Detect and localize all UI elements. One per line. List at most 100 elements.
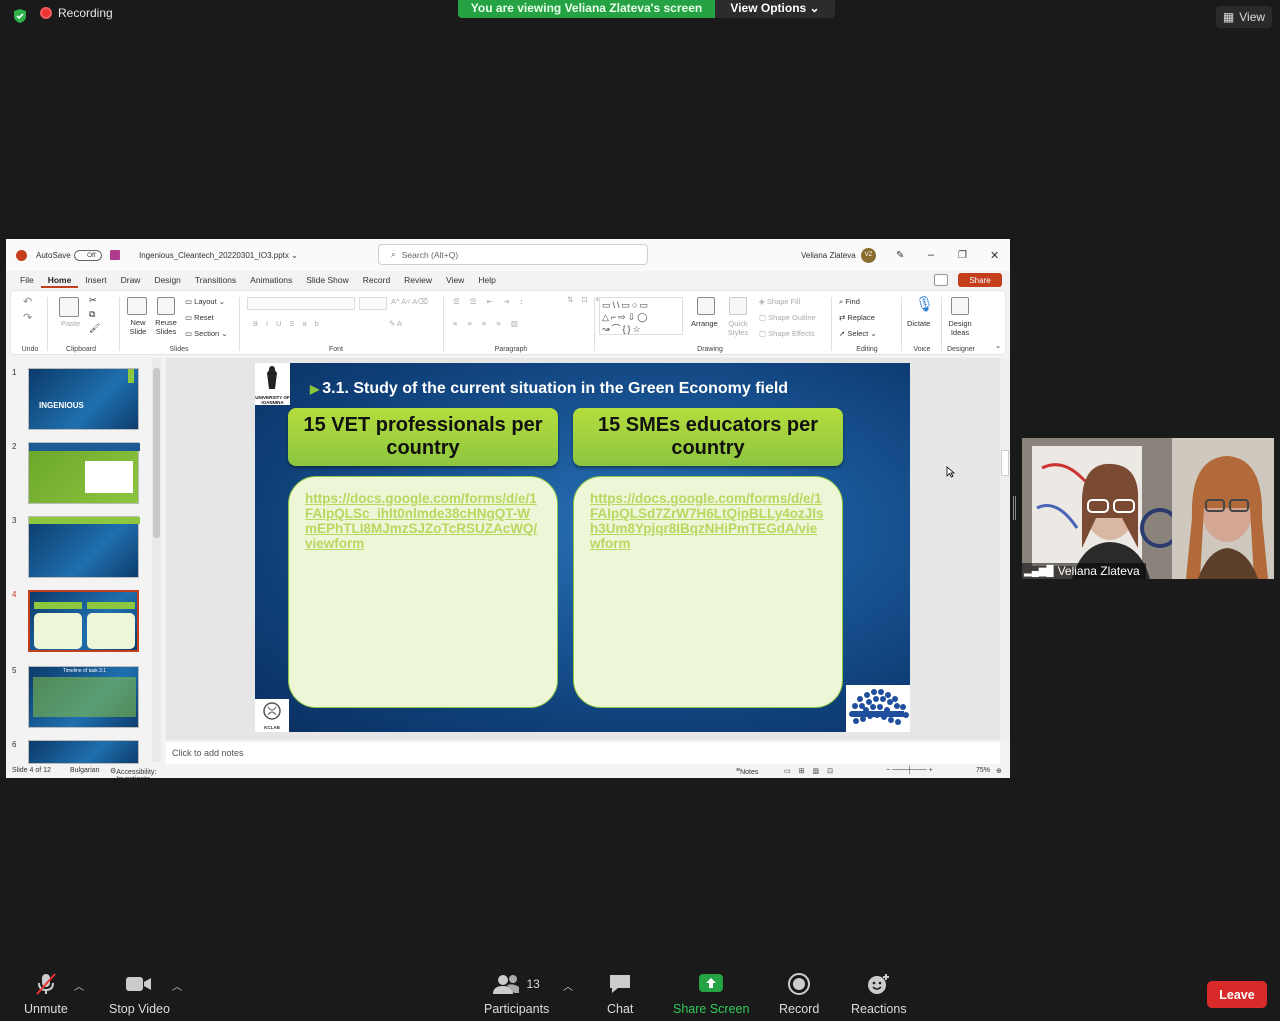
- quick-styles-icon[interactable]: [729, 297, 747, 315]
- tab-review[interactable]: Review: [397, 271, 439, 289]
- dictate-button[interactable]: Dictate: [907, 319, 930, 328]
- unmute-button[interactable]: Unmute: [24, 972, 68, 1016]
- pen-icon[interactable]: ✎: [896, 239, 904, 271]
- tab-animations[interactable]: Animations: [243, 271, 299, 289]
- language-indicator[interactable]: Bulgarian: [70, 767, 100, 774]
- close-icon[interactable]: ✕: [990, 239, 999, 271]
- quick-styles-button[interactable]: Quick Styles: [723, 319, 753, 337]
- arrange-button[interactable]: Arrange: [691, 319, 718, 328]
- stop-video-button[interactable]: Stop Video: [109, 972, 170, 1016]
- shape-effects-button[interactable]: ▢ Shape Effects: [759, 329, 815, 338]
- search-input[interactable]: ⌕ Search (Alt+Q): [378, 244, 648, 265]
- zoom-level[interactable]: 75%: [976, 767, 990, 774]
- chat-button[interactable]: Chat: [607, 972, 633, 1016]
- filename[interactable]: Ingenious_Cleantech_20220301_IO3.pptx ⌄: [139, 239, 298, 271]
- font-size-select[interactable]: [359, 297, 387, 310]
- section-button[interactable]: ▭ Section ⌄: [185, 329, 228, 338]
- tab-home[interactable]: Home: [40, 271, 79, 288]
- paragraph-group-label: Paragraph: [494, 346, 528, 353]
- tab-design[interactable]: Design: [147, 271, 187, 289]
- share-screen-button[interactable]: Share Screen: [673, 972, 749, 1016]
- find-button[interactable]: ⌕ Find: [839, 297, 860, 307]
- accessibility-status[interactable]: ⚙ Accessibility: Investigate: [110, 767, 156, 778]
- shape-fill-button[interactable]: ◈ Shape Fill: [759, 297, 800, 306]
- design-ideas-icon[interactable]: [951, 297, 969, 315]
- share-button[interactable]: Share: [958, 273, 1002, 287]
- slide-thumbnail-4[interactable]: [28, 590, 139, 652]
- slide-thumbnail-3[interactable]: [28, 516, 140, 578]
- slide-thumbnail-2[interactable]: [28, 442, 140, 504]
- font-format-icons[interactable]: BIUSab: [253, 319, 327, 328]
- copy-icon[interactable]: ⧉: [89, 309, 95, 320]
- audio-options-caret[interactable]: ︿: [74, 978, 84, 993]
- reuse-slides-button[interactable]: Reuse Slides: [151, 318, 181, 336]
- vet-survey-link[interactable]: https://docs.google.com/forms/d/e/1FAIpQ…: [305, 491, 537, 551]
- minimize-icon[interactable]: –: [928, 239, 934, 271]
- autosave-toggle[interactable]: Off: [74, 239, 102, 271]
- slide-thumbnail-5[interactable]: Timeline of task 3.1: [28, 666, 139, 728]
- slide[interactable]: UNIVERSITY OF IOANNINA ▶ 3.1. Study of th…: [255, 363, 910, 732]
- video-camera-icon: [126, 972, 152, 996]
- align-icons[interactable]: ≡ ≡ ≡ ≡ ▥: [453, 319, 522, 328]
- tab-slide-show[interactable]: Slide Show: [299, 271, 356, 289]
- undo-icon[interactable]: ↶: [23, 295, 32, 308]
- reactions-button[interactable]: Reactions: [851, 972, 907, 1016]
- view-button[interactable]: ▦ View: [1216, 6, 1272, 28]
- arrange-icon[interactable]: [697, 297, 715, 315]
- fit-slide-icon[interactable]: ⊕: [996, 767, 1002, 775]
- paste-icon[interactable]: [59, 297, 79, 317]
- view-options-button[interactable]: View Options ⌄: [715, 0, 835, 18]
- format-painter-icon[interactable]: 🖌: [89, 323, 100, 334]
- tab-record[interactable]: Record: [356, 271, 397, 289]
- select-button[interactable]: ➚ Select ⌄: [839, 329, 877, 338]
- comments-icon[interactable]: [934, 274, 948, 286]
- reset-button[interactable]: ▭ Reset: [185, 313, 214, 322]
- new-slide-icon[interactable]: [127, 297, 147, 315]
- tab-help[interactable]: Help: [471, 271, 502, 289]
- shapes-gallery[interactable]: ▭\\▭○▭ △⌐⇨⇩◯ ↝⌒{}☆: [599, 297, 683, 335]
- participants-options-caret[interactable]: ︿: [563, 978, 573, 993]
- slide-thumbnail-6[interactable]: [28, 740, 139, 764]
- smes-survey-link[interactable]: https://docs.google.com/forms/d/e/1FAIpQ…: [590, 491, 824, 551]
- save-icon[interactable]: [110, 239, 120, 271]
- chat-icon: [608, 972, 632, 996]
- notes-toggle[interactable]: ≡ Notes: [736, 767, 758, 776]
- canvas-scrollbar[interactable]: [1000, 358, 1010, 740]
- paste-button[interactable]: Paste: [61, 319, 80, 328]
- new-slide-button[interactable]: New Slide: [124, 318, 152, 336]
- zoom-slider[interactable]: − ───┼─── +: [886, 767, 933, 774]
- participant-video[interactable]: [1022, 438, 1274, 579]
- cut-icon[interactable]: ✂: [89, 295, 97, 306]
- user-avatar[interactable]: VZ: [861, 239, 876, 271]
- design-ideas-button[interactable]: Design Ideas: [945, 319, 975, 337]
- slide-thumbnail-1[interactable]: INGENIOUS: [28, 368, 139, 430]
- reuse-slides-icon[interactable]: [157, 297, 175, 315]
- tab-transitions[interactable]: Transitions: [188, 271, 243, 289]
- tab-draw[interactable]: Draw: [114, 271, 148, 289]
- collapse-ribbon-icon[interactable]: ⌄: [995, 341, 1001, 350]
- replace-button[interactable]: ⇄ Replace: [839, 313, 875, 322]
- split-handle[interactable]: [1013, 496, 1016, 520]
- video-options-caret[interactable]: ︿: [172, 978, 182, 993]
- view-mode-icons[interactable]: ▭⊞▥⊡: [784, 767, 841, 775]
- recording-indicator[interactable]: Recording: [40, 6, 113, 20]
- participants-button[interactable]: 13 Participants: [484, 972, 549, 1016]
- notes-pane[interactable]: Click to add notes: [166, 742, 1000, 764]
- shape-outline-button[interactable]: ▢ Shape Outline: [759, 313, 816, 322]
- tab-insert[interactable]: Insert: [78, 271, 113, 289]
- tab-file[interactable]: File: [6, 271, 41, 289]
- list-icons[interactable]: ☰ ☰ ⇤ ⇥ ↕: [453, 297, 527, 306]
- tab-view[interactable]: View: [439, 271, 471, 289]
- font-name-select[interactable]: [247, 297, 355, 310]
- security-shield-icon[interactable]: [12, 8, 28, 24]
- microphone-icon[interactable]: 🎙: [915, 295, 934, 313]
- font-grow-icon[interactable]: A^ A˅ A⌫: [391, 297, 428, 306]
- redo-icon[interactable]: ↷: [23, 311, 32, 324]
- font-color-icon[interactable]: ✎ A: [389, 319, 402, 328]
- restore-icon[interactable]: ❐: [958, 239, 967, 271]
- layout-button[interactable]: ▭ Layout ⌄: [185, 297, 225, 306]
- thumb-number: 3: [12, 516, 17, 525]
- record-button[interactable]: Record: [779, 972, 819, 1016]
- leave-button[interactable]: Leave: [1207, 981, 1267, 1008]
- thumbs-scrollbar[interactable]: [152, 358, 161, 762]
